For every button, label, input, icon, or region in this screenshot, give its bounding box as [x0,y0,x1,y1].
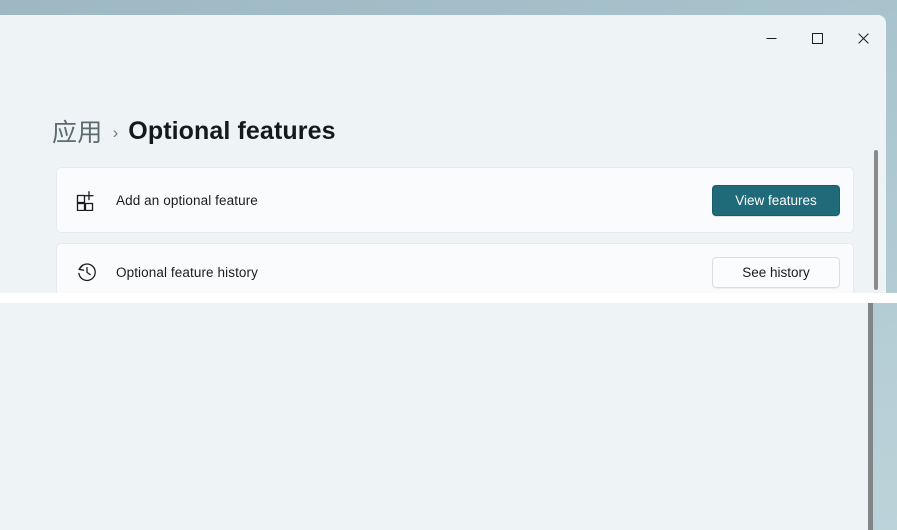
view-features-button-label: View features [735,193,817,208]
maximize-icon[interactable] [794,15,840,61]
card-optional-feature-history: Optional feature history See history [56,243,854,293]
page-title: Optional features [128,117,335,146]
card-label: Add an optional feature [116,193,712,208]
view-features-button[interactable]: View features [712,185,840,216]
scrollbar-thumb-bottom[interactable] [868,303,873,530]
card-add-optional-feature: Add an optional feature View features [56,167,854,233]
minimize-icon[interactable] [748,15,794,61]
settings-window-chinese: 应用 › 可选功能 添加可选功能 查看功能 [0,303,863,530]
breadcrumb: 应用 › Optional features [52,113,336,149]
desktop-root: 应用 › Optional features Add an optional f… [0,0,897,530]
window-controls [748,15,886,61]
card-label: Optional feature history [116,265,712,280]
history-clock-icon [74,259,100,285]
add-feature-grid-icon [74,187,100,213]
breadcrumb-parent[interactable]: 应用 [52,113,103,149]
settings-window-english: 应用 › Optional features Add an optional f… [0,15,886,293]
scrollbar-thumb-top[interactable] [874,150,878,290]
title-bar[interactable] [0,15,886,61]
see-history-button-label: See history [742,265,810,280]
window-divider [0,293,897,303]
see-history-button[interactable]: See history [712,257,840,288]
chevron-right-icon: › [113,124,119,141]
